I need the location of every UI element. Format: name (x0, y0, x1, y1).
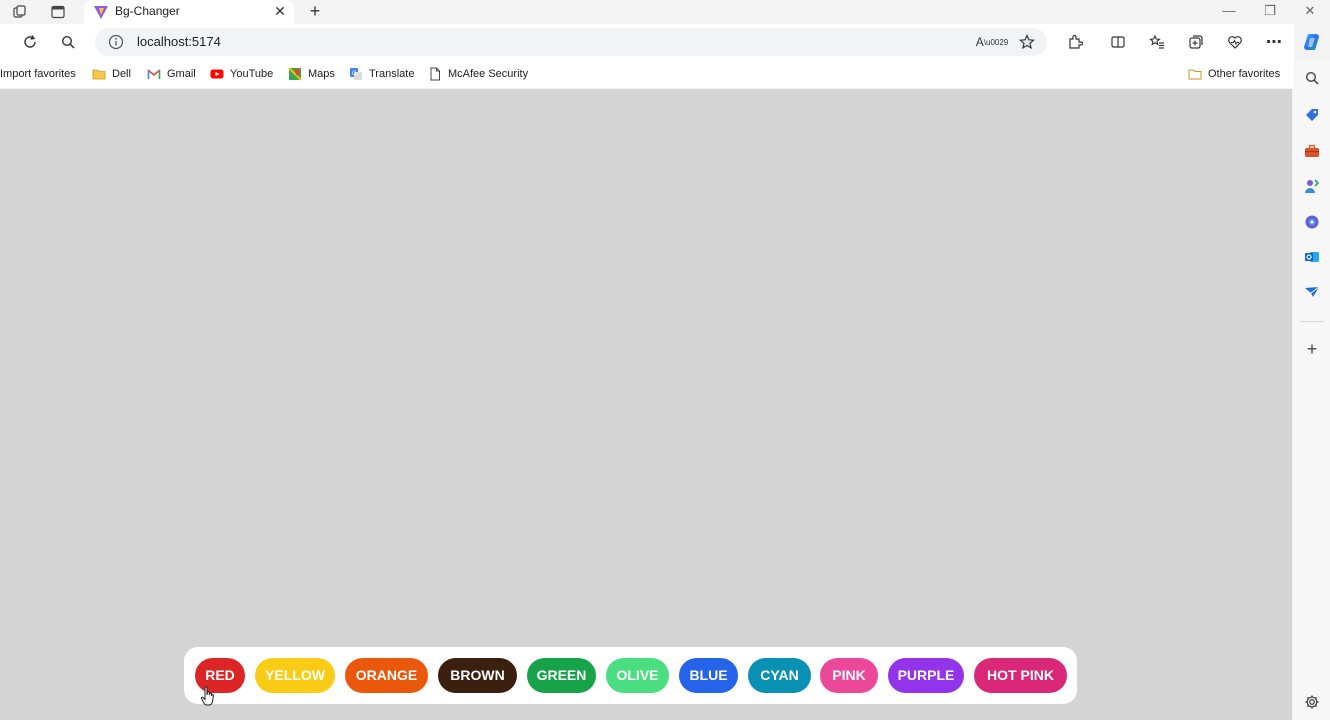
page-icon (430, 67, 440, 81)
olive-button[interactable]: OLIVE (606, 658, 669, 693)
tab-title: Bg-Changer (115, 4, 180, 18)
other-favorites-label: Other favorites (1208, 68, 1281, 80)
favorite-label: Translate (369, 68, 415, 80)
favorite-label: Import favorites (0, 68, 76, 80)
favorite-import[interactable]: Import favorites (0, 66, 76, 82)
browser-tab[interactable]: Bg-Changer ✕ (84, 0, 294, 24)
favorite-maps[interactable]: Maps (288, 66, 335, 82)
other-favorites[interactable]: Other favorites (1188, 66, 1280, 82)
send-drop-icon[interactable] (1303, 283, 1321, 301)
tools-briefcase-icon[interactable] (1303, 142, 1321, 160)
brown-button[interactable]: BROWN (438, 658, 517, 693)
yellow-button[interactable]: YELLOW (255, 658, 335, 693)
hand-cursor-icon (200, 686, 214, 706)
favorite-label: YouTube (230, 68, 274, 80)
toolbar: localhost:5174 A \u0029 ⋯ (0, 24, 1319, 60)
orange-button[interactable]: ORANGE (345, 658, 428, 693)
purple-button[interactable]: PURPLE (888, 658, 964, 693)
page-content: RED YELLOW ORANGE BROWN GREEN OLIVE BLUE… (0, 89, 1292, 720)
restore-icon[interactable]: ❐ (1250, 0, 1290, 22)
svg-text:G: G (352, 71, 357, 77)
split-screen-icon[interactable] (1105, 29, 1131, 55)
games-icon[interactable] (1303, 177, 1321, 195)
close-tab-icon[interactable]: ✕ (272, 3, 288, 19)
sidebar-search-icon[interactable] (1303, 69, 1321, 87)
shopping-tag-icon[interactable] (1303, 106, 1321, 124)
cyan-button[interactable]: CYAN (748, 658, 811, 693)
browser-essentials-icon[interactable] (1222, 29, 1248, 55)
blue-button[interactable]: BLUE (679, 658, 738, 693)
microsoft365-icon[interactable] (1303, 213, 1321, 231)
copilot-icon[interactable] (1299, 29, 1325, 55)
translate-icon: G (350, 68, 362, 80)
minimize-icon[interactable]: — (1209, 0, 1249, 22)
folder-icon (1188, 69, 1202, 80)
favorites-bar: Import favorites Dell Gmail YouTube Maps… (0, 60, 1294, 88)
favorite-mcafee[interactable]: McAfee Security (428, 66, 528, 82)
maps-icon (288, 67, 302, 81)
green-button[interactable]: GREEN (527, 658, 596, 693)
more-options-icon[interactable]: ⋯ (1261, 29, 1287, 55)
favorites-list-icon[interactable] (1144, 29, 1170, 55)
extensions-icon[interactable] (1062, 29, 1088, 55)
favorite-dell[interactable]: Dell (92, 66, 131, 82)
gmail-icon (147, 69, 161, 79)
pink-button[interactable]: PINK (820, 658, 878, 693)
favorite-translate[interactable]: G Translate (349, 66, 414, 82)
outlook-icon[interactable] (1303, 248, 1321, 266)
address-bar[interactable]: localhost:5174 (95, 28, 1047, 56)
hot-pink-button[interactable]: HOT PINK (974, 658, 1067, 693)
refresh-icon[interactable] (17, 29, 43, 55)
title-bar: Bg-Changer ✕ + — ❐ ✕ (0, 0, 1330, 24)
workspaces-icon[interactable] (10, 2, 30, 22)
search-icon[interactable] (55, 29, 81, 55)
collections-icon[interactable] (1183, 29, 1209, 55)
sidebar-settings-gear-icon[interactable] (1303, 693, 1321, 711)
close-window-icon[interactable]: ✕ (1290, 0, 1330, 22)
favorite-gmail[interactable]: Gmail (147, 66, 196, 82)
vite-favicon-icon (94, 6, 108, 19)
favorite-label: Gmail (167, 68, 196, 80)
add-sidebar-app-icon[interactable]: + (1303, 339, 1321, 359)
tab-actions-icon[interactable] (48, 2, 68, 22)
read-aloud-icon[interactable]: A \u0029 (976, 29, 1008, 55)
favorite-star-icon[interactable] (1014, 29, 1040, 55)
youtube-icon (210, 69, 224, 79)
folder-icon (92, 69, 106, 80)
favorite-label: McAfee Security (448, 68, 529, 80)
site-info-icon[interactable] (107, 33, 125, 51)
sidebar-divider (1300, 321, 1324, 322)
right-sidebar: + (1294, 60, 1330, 720)
favorite-label: Maps (308, 68, 335, 80)
favorite-label: Dell (112, 68, 131, 80)
new-tab-icon[interactable]: + (305, 1, 325, 21)
url-text: localhost:5174 (137, 34, 221, 49)
color-button-panel: RED YELLOW ORANGE BROWN GREEN OLIVE BLUE… (184, 647, 1077, 704)
favorite-youtube[interactable]: YouTube (210, 66, 273, 82)
